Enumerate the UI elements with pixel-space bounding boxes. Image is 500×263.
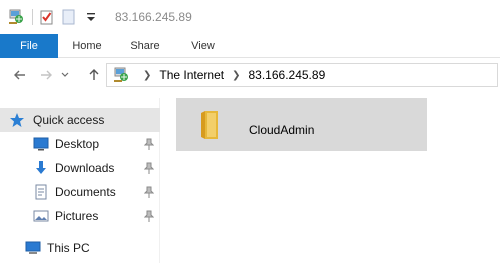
chevron-down-icon bbox=[61, 72, 69, 77]
forward-arrow-icon bbox=[41, 70, 52, 80]
pin-icon[interactable] bbox=[143, 138, 155, 150]
folder-icon bbox=[196, 107, 232, 143]
pin-icon[interactable] bbox=[143, 162, 155, 174]
nav-item-label: Desktop bbox=[55, 137, 100, 151]
breadcrumb-the-internet[interactable]: The Internet bbox=[159, 68, 224, 82]
window-title: 83.166.245.89 bbox=[115, 10, 192, 24]
address-bar[interactable]: ❯ The Internet ❯ 83.166.245.89 bbox=[106, 63, 498, 87]
network-location-icon bbox=[113, 67, 129, 83]
recent-locations-button[interactable] bbox=[58, 63, 72, 87]
network-location-icon[interactable] bbox=[8, 9, 24, 25]
nav-item-documents[interactable]: Documents bbox=[0, 180, 160, 204]
breadcrumb-host[interactable]: 83.166.245.89 bbox=[249, 68, 326, 82]
title-bar: 83.166.245.89 bbox=[0, 0, 500, 34]
back-button[interactable] bbox=[8, 63, 32, 87]
up-arrow-icon bbox=[89, 69, 99, 80]
folder-name: CloudAdmin bbox=[249, 123, 315, 137]
navigation-pane: Quick access Desktop Downloads Documents bbox=[0, 98, 160, 263]
breadcrumb-separator-icon[interactable]: ❯ bbox=[143, 70, 151, 81]
tab-home[interactable]: Home bbox=[58, 34, 116, 58]
computer-icon bbox=[25, 240, 41, 256]
nav-item-downloads[interactable]: Downloads bbox=[0, 156, 160, 180]
pictures-icon bbox=[33, 208, 49, 224]
tab-share[interactable]: Share bbox=[116, 34, 174, 58]
nav-item-label: Downloads bbox=[55, 161, 115, 175]
tab-file[interactable]: File bbox=[0, 34, 58, 58]
properties-icon[interactable] bbox=[39, 9, 55, 25]
desktop-icon bbox=[33, 136, 49, 152]
new-folder-icon[interactable] bbox=[61, 9, 77, 25]
toolbar-separator bbox=[32, 9, 33, 25]
nav-item-label: Documents bbox=[55, 185, 116, 199]
nav-item-label: This PC bbox=[47, 241, 90, 255]
nav-item-label: Quick access bbox=[33, 113, 105, 127]
navigation-row: ❯ The Internet ❯ 83.166.245.89 bbox=[0, 58, 500, 92]
folder-item[interactable]: CloudAdmin bbox=[176, 98, 427, 151]
star-icon bbox=[9, 112, 25, 128]
pin-icon[interactable] bbox=[143, 210, 155, 222]
download-arrow-icon bbox=[33, 160, 49, 176]
quick-access-toolbar: 83.166.245.89 bbox=[0, 0, 192, 34]
up-button[interactable] bbox=[82, 63, 106, 87]
nav-item-label: Pictures bbox=[55, 209, 99, 223]
file-list: CloudAdmin bbox=[161, 92, 500, 263]
document-icon bbox=[33, 184, 49, 200]
nav-item-this-pc[interactable]: This PC bbox=[0, 236, 160, 260]
ribbon-tabs: File Home Share View bbox=[0, 34, 500, 58]
back-arrow-icon bbox=[14, 70, 25, 80]
tab-view[interactable]: View bbox=[174, 34, 232, 58]
nav-item-quick-access[interactable]: Quick access bbox=[0, 108, 160, 132]
forward-button[interactable] bbox=[34, 63, 58, 87]
pin-icon[interactable] bbox=[143, 186, 155, 198]
customize-dropdown-icon[interactable] bbox=[83, 9, 99, 25]
breadcrumb-separator-icon[interactable]: ❯ bbox=[232, 70, 240, 81]
nav-item-desktop[interactable]: Desktop bbox=[0, 132, 160, 156]
nav-item-pictures[interactable]: Pictures bbox=[0, 204, 160, 228]
